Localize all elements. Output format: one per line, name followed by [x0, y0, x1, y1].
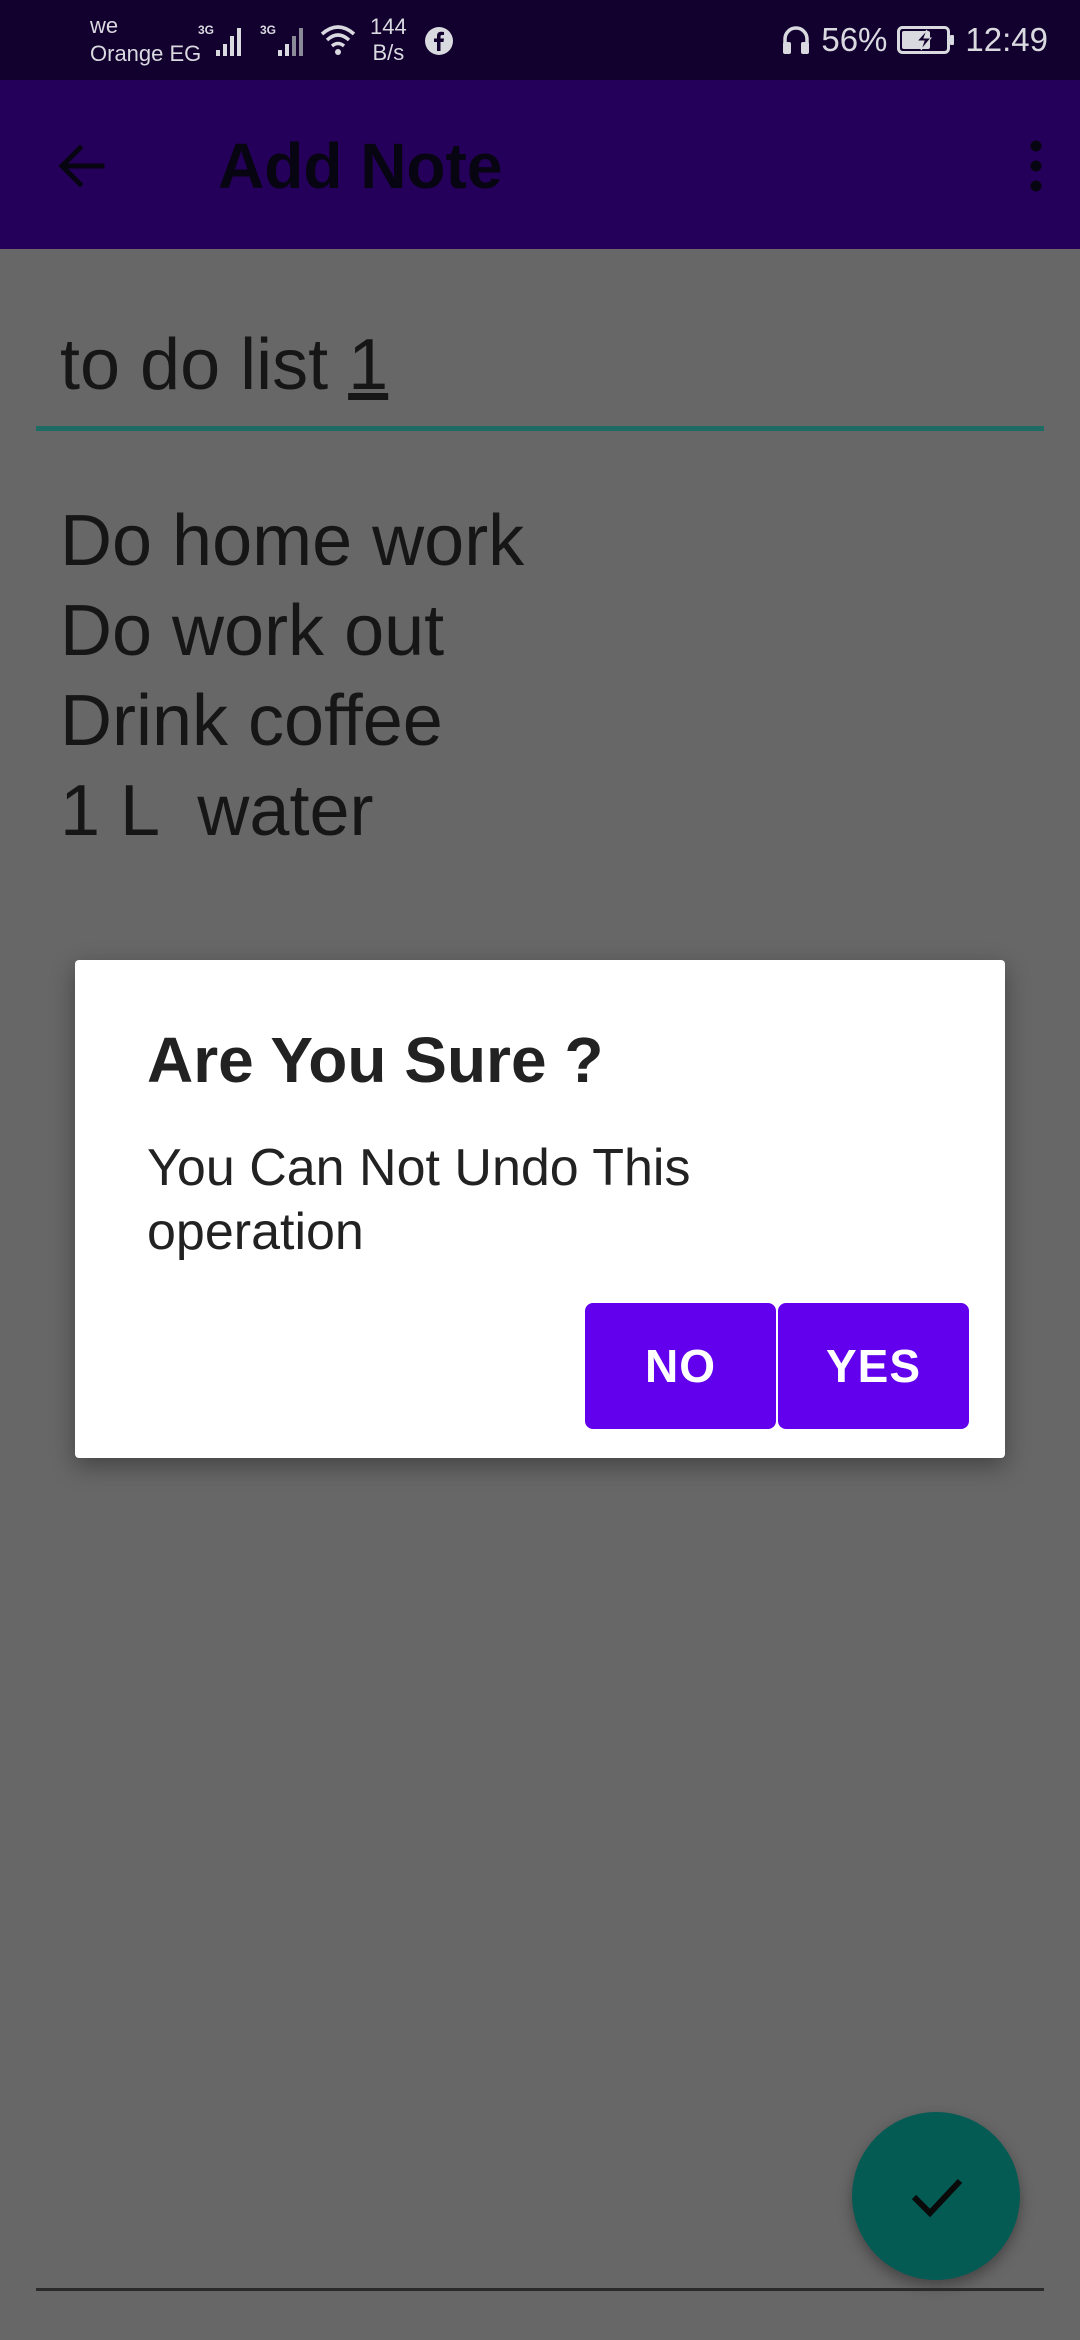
- battery-percent: 56%: [821, 21, 888, 58]
- no-button[interactable]: NO: [585, 1303, 776, 1429]
- carrier-1: we: [90, 13, 119, 38]
- carrier-2: Orange EG: [90, 41, 202, 66]
- confirm-dialog: Are You Sure ? You Can Not Undo This ope…: [75, 960, 1005, 1458]
- status-bar: we Orange EG 3G 3G 144 B/s 56% 12:49: [0, 0, 1080, 80]
- battery-charging-icon: [897, 26, 955, 54]
- check-icon: [911, 2178, 963, 2218]
- network-1-label: 3G: [198, 23, 214, 37]
- clock: 12:49: [965, 21, 1048, 58]
- signal-icon: 3G: [260, 23, 303, 56]
- signal-icon: 3G: [198, 23, 241, 56]
- network-speed-value: 144: [370, 14, 407, 39]
- note-title-suffix: 1: [348, 325, 389, 405]
- network-speed: 144 B/s: [370, 14, 407, 66]
- save-fab[interactable]: [852, 2112, 1020, 2280]
- note-title-prefix: to do list: [60, 325, 349, 405]
- status-right-group: 56% 12:49: [781, 18, 1048, 62]
- note-title-field[interactable]: to do list 1: [36, 300, 1044, 431]
- network-2-label: 3G: [260, 23, 276, 37]
- app-bar: Add Note: [0, 80, 1080, 249]
- dialog-title: Are You Sure ?: [147, 1024, 604, 1096]
- note-body-field[interactable]: Do home work Do work out Drink coffee 1 …: [60, 496, 524, 856]
- back-arrow-icon[interactable]: [54, 138, 110, 194]
- note-title-text: to do list 1: [60, 320, 388, 410]
- more-vert-icon[interactable]: [1016, 138, 1056, 194]
- wifi-icon: [320, 25, 356, 55]
- facebook-icon: [425, 27, 453, 55]
- bottom-divider: [36, 2288, 1044, 2291]
- headphones-icon: [783, 26, 810, 54]
- yes-button[interactable]: YES: [778, 1303, 969, 1429]
- carrier-labels: we Orange EG: [90, 12, 201, 68]
- network-speed-unit: B/s: [372, 40, 405, 65]
- page-title: Add Note: [218, 130, 503, 202]
- dialog-message: You Can Not Undo This operation: [147, 1139, 691, 1261]
